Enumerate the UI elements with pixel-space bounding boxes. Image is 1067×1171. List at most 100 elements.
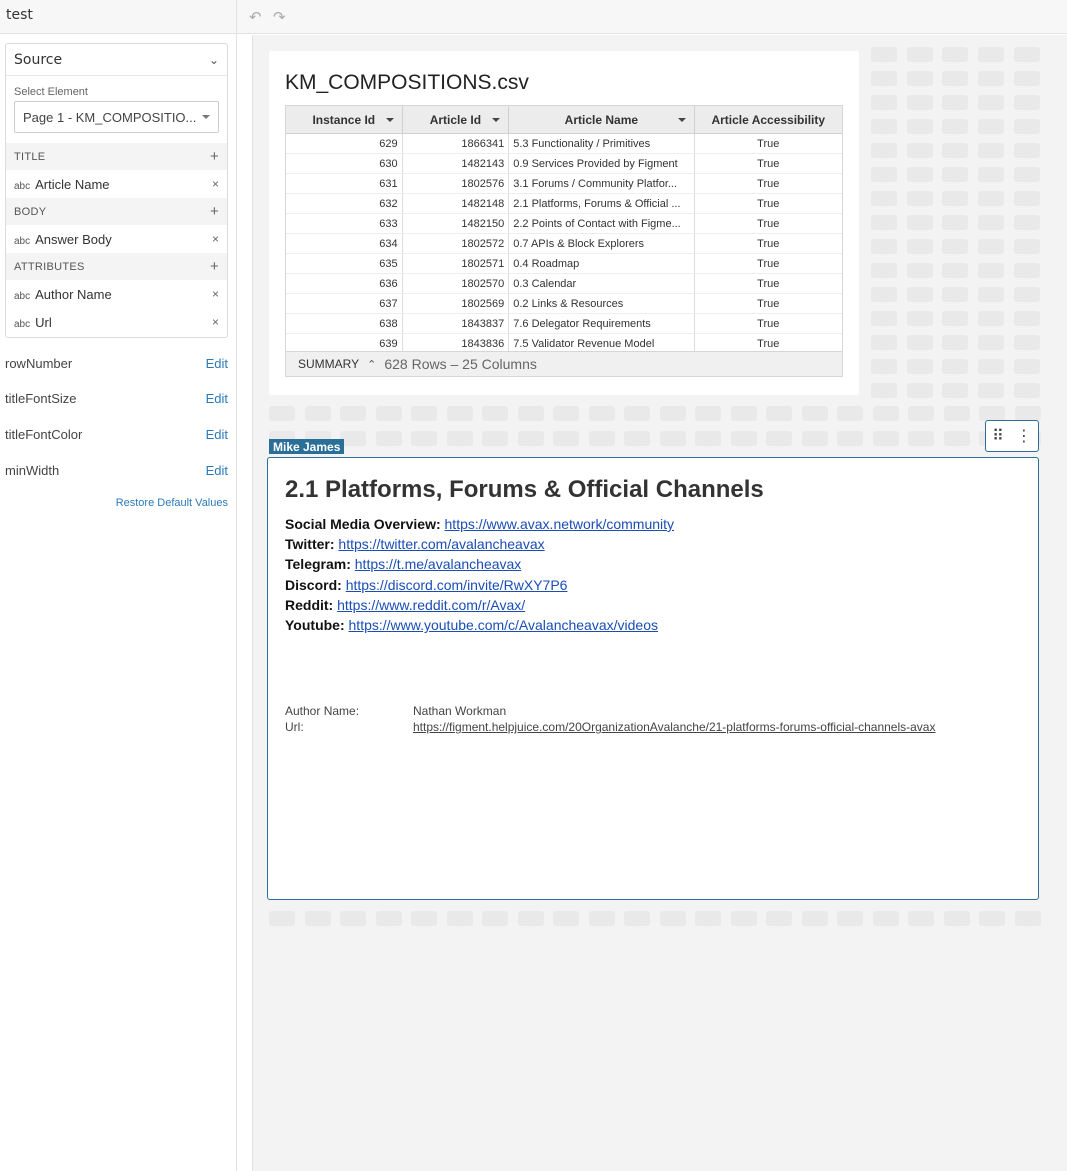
edit-link[interactable]: Edit — [206, 463, 228, 478]
drag-handle-icon[interactable]: ⠿ — [992, 426, 1004, 446]
field-answer-body[interactable]: abc Answer Body × — [6, 225, 227, 253]
grid-placeholder-cell — [979, 406, 1005, 421]
grid-placeholder-cell — [978, 239, 1004, 254]
more-options-icon[interactable]: ⋮ — [1016, 426, 1032, 446]
field-article-name[interactable]: abc Article Name × — [6, 170, 227, 198]
grid-placeholder-cell — [944, 406, 970, 421]
select-element-dropdown[interactable]: Page 1 - KM_COMPOSITIO... — [14, 101, 219, 133]
sort-caret-icon[interactable] — [492, 118, 501, 122]
column-header[interactable]: Instance Id — [286, 106, 403, 133]
table-row[interactable]: 634 1802572 0.7 APIs & Block Explorers True — [286, 234, 842, 254]
table-row[interactable]: 630 1482143 0.9 Services Provided by Figme… — [286, 154, 842, 174]
grid-placeholder-cell — [376, 431, 402, 446]
prop-title-font-size: titleFontSize Edit — [5, 391, 228, 406]
grid-placeholder-cell — [873, 431, 899, 446]
grid-placeholder-cell — [837, 406, 863, 421]
grid-placeholder-cell — [978, 71, 1004, 86]
restore-defaults-link[interactable]: Restore Default Values — [116, 497, 228, 509]
table-cell: 1802576 — [403, 174, 510, 193]
add-body-field-icon[interactable]: + — [210, 203, 219, 220]
sort-caret-icon[interactable] — [385, 118, 394, 122]
grid-placeholder-cell — [1014, 287, 1040, 302]
article-card[interactable]: 2.1 Platforms, Forums & Official Channel… — [267, 457, 1039, 900]
field-author-name[interactable]: abc Author Name × — [6, 280, 227, 308]
link-url[interactable]: https://www.reddit.com/r/Avax/ — [337, 597, 525, 613]
link-url[interactable]: https://t.me/avalancheavax — [355, 556, 522, 572]
redo-icon[interactable]: ↷ — [273, 8, 286, 26]
edit-link[interactable]: Edit — [206, 356, 228, 371]
chevron-down-icon[interactable]: ⌄ — [209, 53, 219, 67]
grid-placeholder-cell — [942, 143, 968, 158]
undo-icon[interactable]: ↶ — [249, 8, 262, 26]
grid-placeholder-cell — [1014, 383, 1040, 398]
grid-placeholder-cell — [907, 359, 933, 374]
link-url[interactable]: https://www.avax.network/community — [445, 516, 675, 532]
data-grid[interactable]: Instance Id Article Id Article Name Arti… — [285, 105, 843, 377]
table-cell: 1802572 — [403, 234, 510, 253]
remove-field-icon[interactable]: × — [212, 315, 219, 329]
column-label: Instance Id — [312, 112, 376, 127]
column-header[interactable]: Article Id — [403, 106, 510, 133]
edit-link[interactable]: Edit — [206, 391, 228, 406]
table-row[interactable]: 629 1866341 5.3 Functionality / Primitives… — [286, 134, 842, 154]
table-cell: 1843837 — [403, 314, 510, 333]
grid-placeholder-cell — [942, 95, 968, 110]
column-header[interactable]: Article Name — [509, 106, 695, 133]
table-cell: 637 — [286, 294, 403, 313]
grid-placeholder-cell — [871, 167, 897, 182]
edit-link[interactable]: Edit — [206, 427, 228, 442]
dropdown-caret-icon — [202, 115, 210, 119]
table-row[interactable]: 638 1843837 7.6 Delegator Requirements True — [286, 314, 842, 334]
grid-placeholder-cell — [482, 406, 508, 421]
table-cell: 631 — [286, 174, 403, 193]
table-row[interactable]: 632 1482148 2.1 Platforms, Forums & Offici… — [286, 194, 842, 214]
field-url[interactable]: abc Url × — [6, 308, 227, 336]
grid-placeholder-cell — [978, 119, 1004, 134]
field-label: Author Name — [35, 286, 112, 302]
grid-placeholder-cell — [871, 47, 897, 62]
grid-placeholder-cell — [873, 406, 899, 421]
grid-placeholder-cell — [907, 215, 933, 230]
remove-field-icon[interactable]: × — [212, 177, 219, 191]
remove-field-icon[interactable]: × — [212, 232, 219, 246]
column-header[interactable]: Article Accessibility — [695, 106, 842, 133]
add-attribute-field-icon[interactable]: + — [210, 258, 219, 275]
table-cell: 0.4 Roadmap — [509, 254, 695, 273]
grid-placeholder-cell — [944, 911, 970, 926]
article-body: Social Media Overview: https://www.avax.… — [285, 514, 674, 635]
link-line: Social Media Overview: https://www.avax.… — [285, 514, 674, 534]
table-row[interactable]: 635 1802571 0.4 Roadmap True — [286, 254, 842, 274]
table-cell: True — [757, 217, 780, 230]
table-row[interactable]: 636 1802570 0.3 Calendar True — [286, 274, 842, 294]
grid-placeholder-cell — [942, 335, 968, 350]
link-url[interactable]: https://www.youtube.com/c/Avalancheavax/… — [349, 617, 658, 633]
grid-placeholder-cell — [871, 119, 897, 134]
table-row[interactable]: 631 1802576 3.1 Forums / Community Platfor… — [286, 174, 842, 194]
link-url[interactable]: https://discord.com/invite/RwXY7P6 — [346, 577, 568, 593]
attribute-url-link[interactable]: https://figment.helpjuice.com/20Organiza… — [413, 719, 935, 735]
table-element[interactable]: KM_COMPOSITIONS.csv Instance Id Article … — [269, 51, 859, 395]
source-header[interactable]: Source ⌄ — [6, 44, 227, 76]
sort-caret-icon[interactable] — [677, 118, 686, 122]
attribute-value: Nathan Workman — [413, 704, 507, 718]
grid-placeholder-cell — [978, 47, 1004, 62]
grid-placeholder-cell — [871, 383, 897, 398]
table-row[interactable]: 637 1802569 0.2 Links & Resources True — [286, 294, 842, 314]
column-label: Article Name — [564, 112, 639, 127]
grid-placeholder-cell — [305, 911, 331, 926]
link-url[interactable]: https://twitter.com/avalancheavax — [338, 536, 544, 552]
grid-placeholder-cell — [731, 406, 757, 421]
prop-row-number: rowNumber Edit — [5, 356, 228, 371]
table-row[interactable]: 633 1482150 2.2 Points of Contact with Fig… — [286, 214, 842, 234]
remove-field-icon[interactable]: × — [212, 287, 219, 301]
prop-label: titleFontSize — [5, 391, 77, 406]
grid-placeholder-cell — [1015, 406, 1041, 421]
chevron-up-icon[interactable]: ⌃ — [367, 358, 376, 371]
grid-placeholder-cell — [871, 287, 897, 302]
add-title-field-icon[interactable]: + — [210, 148, 219, 165]
table-summary-bar[interactable]: SUMMARY ⌃ 628 Rows – 25 Columns — [286, 351, 842, 376]
table-cell: True — [757, 277, 780, 290]
table-cell: 636 — [286, 274, 403, 293]
user-presence-tag: Mike James — [269, 439, 345, 454]
link-label: Telegram: — [285, 556, 351, 573]
